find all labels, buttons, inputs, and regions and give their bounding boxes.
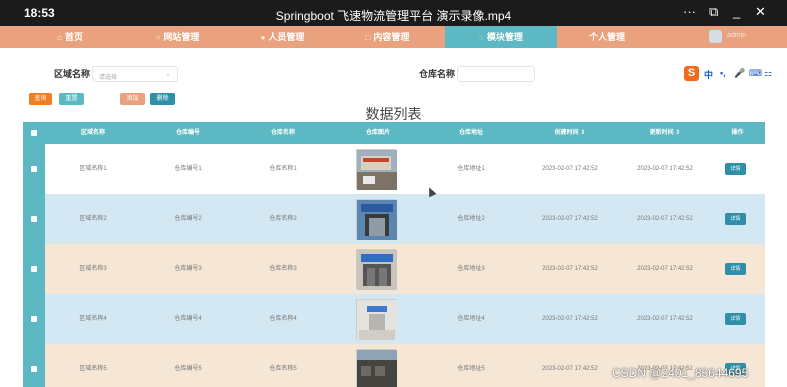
row-checkbox[interactable] (31, 216, 37, 222)
cell-area: 区域名称3 (79, 266, 107, 272)
row-checkbox[interactable] (31, 316, 37, 322)
row-checkbox[interactable] (31, 266, 37, 272)
minimize-button[interactable]: _ (733, 4, 740, 19)
nav-item-content[interactable]: □ 内容管理 (330, 26, 445, 48)
cell-name: 仓库名称5 (269, 366, 297, 372)
microphone-icon[interactable]: 🎤 (734, 68, 745, 79)
nav-item-people[interactable]: ● 人员管理 (235, 26, 330, 48)
select-all-checkbox[interactable] (31, 130, 37, 136)
keyboard-icon[interactable]: ⌨ (749, 68, 762, 79)
cell-address: 仓库地址4 (457, 316, 485, 322)
more-icon[interactable]: ··· (683, 4, 696, 19)
warehouse-label: 仓库名称 (419, 69, 456, 79)
user-name: admin (727, 32, 747, 39)
table-header: 区域名称 仓库编号 仓库名称 仓库图片 仓库地址 创建时间 ⇕ 更新时间 ⇕ 操… (23, 122, 765, 144)
cell-address: 仓库地址5 (457, 366, 485, 372)
cell-created: 2023-02-07 17:42:52 (542, 316, 598, 322)
warehouse-input[interactable] (457, 66, 535, 82)
cell-created: 2023-02-07 17:42:52 (542, 266, 598, 272)
watermark: CSDN @2401_85644695 (612, 366, 749, 380)
ime-lang-icon[interactable]: 中 (704, 68, 713, 81)
table-caption: 数据列表 (365, 106, 422, 122)
table-row: 区域名称1 仓库编号1 仓库名称1 仓库地址1 2023-02-07 17:42… (23, 144, 765, 194)
col-action: 操作 (731, 130, 744, 136)
detail-button[interactable]: 详情 (725, 313, 746, 325)
window-titlebar: 18:53 Springboot 飞速物流管理平台 演示录像.mp4 ··· ⧉… (0, 0, 787, 26)
table-row: 区域名称2 仓库编号2 仓库名称2 仓库地址2 2023-02-07 17:42… (23, 194, 765, 244)
col-updated[interactable]: 更新时间 ⇕ (630, 122, 700, 144)
nav-item-module[interactable]: ◌ 模块管理 (445, 26, 557, 48)
nav-item-site[interactable]: ○ 网站管理 (120, 26, 235, 48)
person-icon: ● (260, 33, 266, 42)
col-code: 仓库编号 (175, 130, 200, 136)
avatar (709, 30, 722, 43)
cell-name: 仓库名称3 (269, 266, 297, 272)
detail-button[interactable]: 详情 (725, 263, 746, 275)
close-button[interactable]: ✕ (755, 4, 766, 20)
cell-code: 仓库编号3 (174, 266, 202, 272)
cell-area: 区域名称2 (79, 216, 107, 222)
col-name: 仓库名称 (270, 130, 295, 136)
data-table: 区域名称 仓库编号 仓库名称 仓库图片 仓库地址 创建时间 ⇕ 更新时间 ⇕ 操… (23, 122, 765, 387)
sogou-logo-icon[interactable]: S (684, 66, 699, 81)
cell-updated: 2023-02-07 17:42:52 (637, 316, 693, 322)
cell-address: 仓库地址2 (457, 216, 485, 222)
cell-name: 仓库名称2 (269, 216, 297, 222)
detail-button[interactable]: 详情 (725, 163, 746, 175)
top-nav: ⌂ 首页 ○ 网站管理 ● 人员管理 □ 内容管理 ◌ 模块管理 个人管理 admin (0, 26, 787, 48)
cell-code: 仓库编号5 (174, 366, 202, 372)
cell-created: 2023-02-07 17:42:52 (542, 216, 598, 222)
nav-item-personal[interactable]: 个人管理 (557, 26, 657, 48)
ime-toolbar: S 中 •, 🎤 ⌨ ⚏ (684, 66, 778, 82)
cell-name: 仓库名称4 (269, 316, 297, 322)
ime-punct-icon[interactable]: •, (720, 68, 726, 78)
warehouse-photo (356, 149, 397, 190)
row-checkbox[interactable] (31, 166, 37, 172)
cell-area: 区域名称5 (79, 366, 107, 372)
area-label: 区域名称 (54, 69, 91, 79)
warehouse-photo (356, 349, 397, 387)
col-area: 区域名称 (80, 130, 105, 136)
cell-area: 区域名称4 (79, 316, 107, 322)
col-address: 仓库地址 (458, 130, 483, 136)
detail-button[interactable]: 详情 (725, 213, 746, 225)
col-created[interactable]: 创建时间 ⇕ (535, 122, 605, 144)
row-checkbox[interactable] (31, 366, 37, 372)
restore-icon[interactable]: ⧉ (709, 4, 718, 20)
window-title: Springboot 飞速物流管理平台 演示录像.mp4 (275, 9, 512, 23)
module-icon: ◌ (479, 33, 484, 42)
content-icon: □ (365, 33, 371, 42)
cell-created: 2023-02-07 17:42:52 (542, 366, 598, 372)
cell-updated: 2023-02-07 17:42:52 (637, 216, 693, 222)
cell-code: 仓库编号2 (174, 216, 202, 222)
warehouse-photo (356, 199, 397, 240)
nav-item-home[interactable]: ⌂ 首页 (20, 26, 120, 48)
cell-updated: 2023-02-07 17:42:52 (637, 266, 693, 272)
table-row: 区域名称4 仓库编号4 仓库名称4 仓库地址4 2023-02-07 17:42… (23, 294, 765, 344)
cell-address: 仓库地址3 (457, 266, 485, 272)
cell-code: 仓库编号1 (174, 166, 202, 172)
user-menu[interactable]: admin (703, 29, 763, 45)
chevron-down-icon: ⌄ (165, 71, 171, 78)
cell-area: 区域名称1 (79, 166, 107, 172)
col-image: 仓库图片 (365, 130, 390, 136)
cell-name: 仓库名称1 (269, 166, 297, 172)
web-icon: ○ (155, 33, 161, 42)
cell-code: 仓库编号4 (174, 316, 202, 322)
grid-icon[interactable]: ⚏ (764, 68, 772, 79)
warehouse-photo (356, 249, 397, 290)
cell-created: 2023-02-07 17:42:52 (542, 166, 598, 172)
area-select[interactable]: 请选择 ⌄ (92, 66, 178, 82)
warehouse-photo (356, 299, 397, 340)
cell-address: 仓库地址1 (457, 166, 485, 172)
cell-updated: 2023-02-07 17:42:52 (637, 166, 693, 172)
table-row: 区域名称3 仓库编号3 仓库名称3 仓库地址3 2023-02-07 17:42… (23, 244, 765, 294)
home-icon: ⌂ (57, 33, 62, 42)
